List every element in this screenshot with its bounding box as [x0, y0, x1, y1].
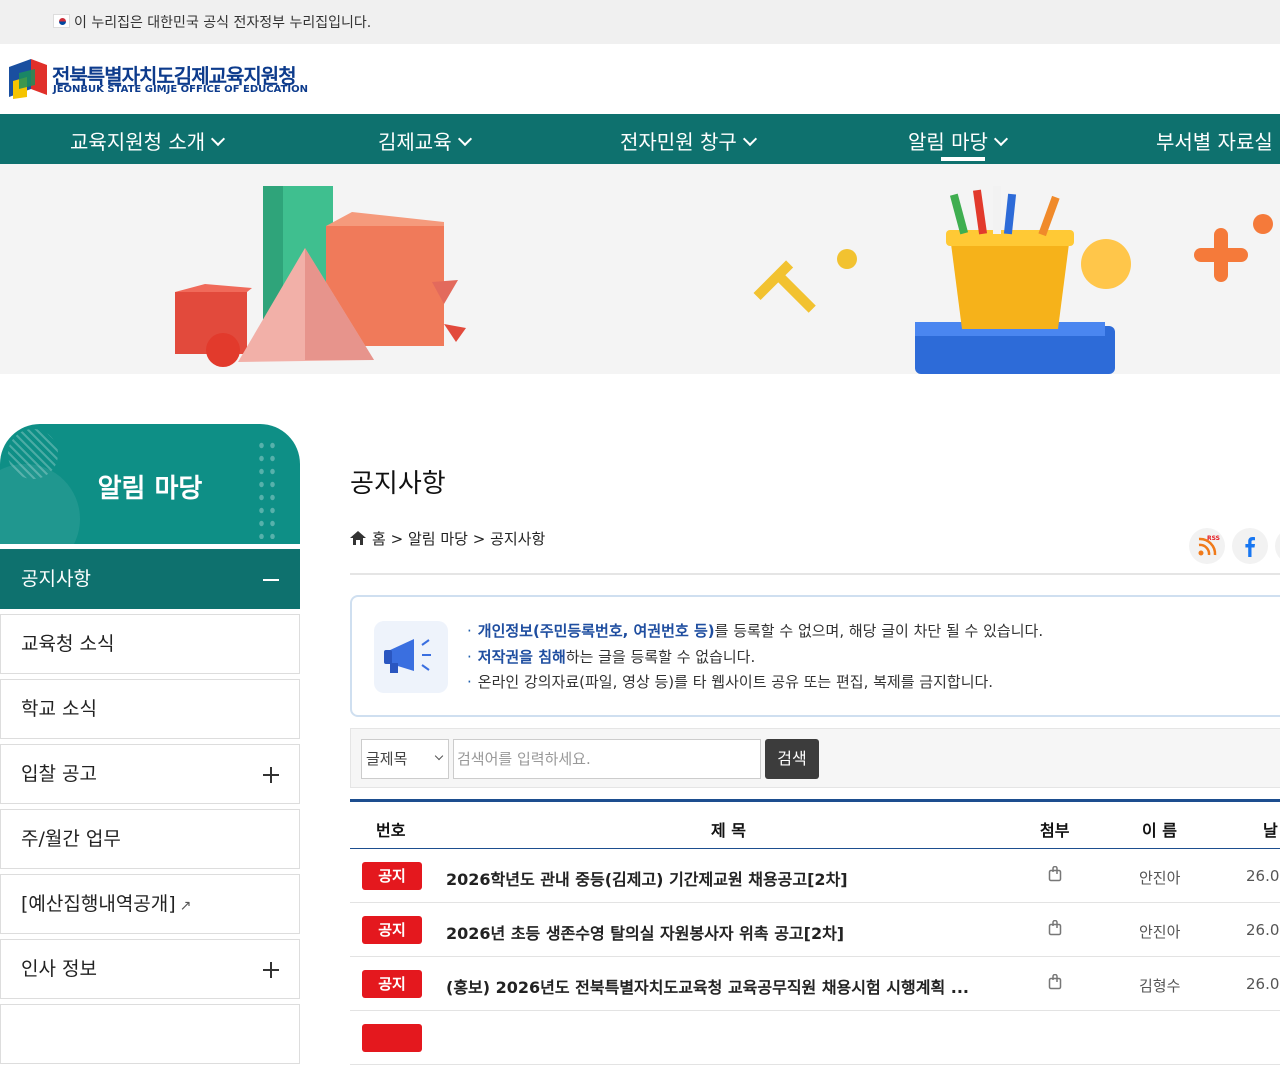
header-title: 제 목	[711, 821, 747, 840]
gov-banner: 이 누리집은 대한민국 공식 전자정부 누리집입니다.	[0, 0, 1280, 44]
breadcrumb-current: 공지사항	[490, 530, 546, 548]
facebook-icon	[1245, 537, 1255, 557]
expand-icon[interactable]	[263, 767, 279, 783]
site-header: 전북특별자치도김제교육지원청 JEONBUK STATE GIMJE OFFIC…	[0, 44, 1280, 114]
table-row[interactable]: 공지 2026년 초등 생존수영 탈의실 자원봉사자 위촉 공고[2차] 안진아…	[350, 903, 1280, 957]
lnb-item-personnel[interactable]: 인사 정보	[0, 939, 300, 999]
share-button[interactable]	[1275, 528, 1280, 564]
external-link-icon: ↗	[179, 898, 192, 914]
gnb-item-gimje[interactable]: 김제교육	[378, 126, 472, 155]
chevron-down-icon	[434, 751, 444, 761]
page-title: 공지사항	[350, 469, 446, 499]
megaphone-icon	[374, 621, 448, 693]
breadcrumb-separator: >	[472, 530, 486, 548]
search-bar: 글제목 검색어를 입력하세요. 검색	[350, 728, 1280, 788]
lnb-label: 입찰 공고	[21, 763, 97, 785]
main-navigation: 교육지원청 소개 김제교육 전자민원 창구 알림 마당 부서별 자료실	[0, 114, 1280, 164]
lnb-label: 교육청 소식	[21, 633, 115, 655]
post-title-link[interactable]: 2026학년도 관내 중등(김제고) 기간제교원 채용공고[2차]	[446, 866, 848, 890]
lnb-header: 알림 마당	[0, 424, 300, 544]
post-title-link[interactable]: (홍보) 2026년도 전북특별자치도교육청 교육공무직원 채용시험 시행계획 …	[446, 974, 969, 998]
gnb-label: 전자민원 창구	[620, 130, 737, 154]
post-date: 26.0	[1246, 867, 1280, 885]
gov-banner-text: 이 누리집은 대한민국 공식 전자정부 누리집입니다.	[74, 15, 372, 31]
rss-label: RSS	[1207, 535, 1220, 542]
banner-illustration	[175, 186, 1273, 374]
header-date: 날	[1263, 821, 1278, 840]
lnb-label: 학교 소식	[21, 698, 97, 720]
post-author: 안진아	[1139, 923, 1181, 941]
board-notice-box: · 개인정보(주민등록번호, 여권번호 등)를 등록할 수 없으며, 해당 글이 …	[350, 595, 1280, 717]
korea-flag-icon	[53, 14, 70, 28]
table-header: 번호 제 목 첨부 이 름 날	[350, 799, 1280, 849]
post-author: 안진아	[1139, 869, 1181, 887]
select-value: 글제목	[366, 750, 408, 768]
collapse-icon[interactable]	[263, 579, 279, 581]
sub-visual-banner	[0, 164, 1280, 374]
gnb-active-indicator	[941, 157, 985, 161]
lnb-item-school-news[interactable]: 학교 소식	[0, 679, 300, 739]
notice-line-privacy: · 개인정보(주민등록번호, 여권번호 등)를 등록할 수 없으며, 해당 글이 …	[467, 622, 1044, 640]
title-divider	[350, 573, 1280, 575]
gnb-item-notice[interactable]: 알림 마당	[908, 126, 1009, 155]
chevron-down-icon	[993, 131, 1009, 147]
breadcrumb-separator: >	[390, 530, 404, 548]
chevron-down-icon	[211, 131, 226, 147]
gnb-label: 교육지원청 소개	[70, 130, 206, 154]
notice-badge: 공지	[362, 862, 422, 890]
rss-button[interactable]: RSS	[1189, 528, 1225, 564]
breadcrumb-home[interactable]: 홈	[372, 530, 386, 548]
lnb-label: 인사 정보	[21, 958, 97, 980]
post-title-link[interactable]: 2026년 초등 생존수영 탈의실 자원봉사자 위촉 공고[2차]	[446, 920, 844, 944]
home-icon[interactable]	[350, 531, 366, 545]
lnb-item-bid[interactable]: 입찰 공고	[0, 744, 300, 804]
gnb-item-intro[interactable]: 교육지원청 소개	[70, 126, 226, 155]
rss-icon: RSS	[1198, 535, 1220, 556]
post-date: 26.0	[1246, 975, 1280, 993]
lnb-item-more[interactable]	[0, 1004, 300, 1064]
header-name: 이 름	[1142, 821, 1178, 840]
search-input[interactable]: 검색어를 입력하세요.	[453, 739, 761, 779]
post-date: 26.0	[1246, 921, 1280, 939]
notice-badge: 공지	[362, 970, 422, 998]
table-row[interactable]: 공지 (홍보) 2026년도 전북특별자치도교육청 교육공무직원 채용시험 시행…	[350, 957, 1280, 1011]
lnb-item-weekly-work[interactable]: 주/월간 업무	[0, 809, 300, 869]
attachment-icon[interactable]	[1048, 866, 1062, 882]
logo-subtitle: JEONBUK STATE GIMJE OFFICE OF EDUCATION	[53, 84, 308, 95]
search-button[interactable]: 검색	[765, 739, 819, 779]
post-author: 김형수	[1139, 977, 1181, 995]
logo-icon[interactable]	[9, 59, 47, 99]
header-attachment: 첨부	[1040, 821, 1070, 840]
gnb-label: 김제교육	[378, 130, 452, 154]
breadcrumb-section[interactable]: 알림 마당	[408, 530, 468, 548]
lnb-title: 알림 마당	[97, 474, 203, 504]
lnb-item-office-news[interactable]: 교육청 소식	[0, 614, 300, 674]
lnb-label: 주/월간 업무	[21, 828, 121, 850]
notice-line-copyright: · 저작권을 침해하는 글을 등록할 수 없습니다.	[467, 647, 756, 666]
table-row[interactable]	[350, 1011, 1280, 1065]
lnb-label: 공지사항	[21, 568, 91, 590]
expand-icon[interactable]	[263, 962, 279, 978]
header-number: 번호	[376, 821, 406, 840]
gnb-label: 알림 마당	[908, 130, 988, 154]
lnb-label: [예산집행내역공개]	[21, 893, 176, 915]
gnb-item-archive[interactable]: 부서별 자료실	[1156, 126, 1273, 155]
notice-badge	[362, 1024, 422, 1052]
notice-badge: 공지	[362, 916, 422, 944]
facebook-button[interactable]	[1232, 528, 1268, 564]
lnb-item-budget[interactable]: [예산집행내역공개] ↗	[0, 874, 300, 934]
attachment-icon[interactable]	[1048, 920, 1062, 936]
notice-line-lecture: · 온라인 강의자료(파일, 영상 등)를 타 웹사이트 공유 또는 편집, 복제…	[467, 673, 994, 691]
gnb-label: 부서별 자료실	[1156, 130, 1273, 154]
chevron-down-icon	[742, 131, 757, 147]
attachment-icon[interactable]	[1048, 974, 1062, 990]
table-row[interactable]: 공지 2026학년도 관내 중등(김제고) 기간제교원 채용공고[2차] 안진아…	[350, 849, 1280, 903]
gnb-item-civil[interactable]: 전자민원 창구	[620, 126, 757, 155]
lnb-item-notice[interactable]: 공지사항	[0, 549, 300, 609]
search-type-select[interactable]: 글제목	[361, 739, 449, 779]
board-table: 번호 제 목 첨부 이 름 날 공지 2026학년도 관내 중등(김제고) 기간…	[350, 799, 1280, 1065]
breadcrumb: 홈 > 알림 마당 > 공지사항	[350, 528, 545, 549]
chevron-down-icon	[457, 131, 472, 147]
